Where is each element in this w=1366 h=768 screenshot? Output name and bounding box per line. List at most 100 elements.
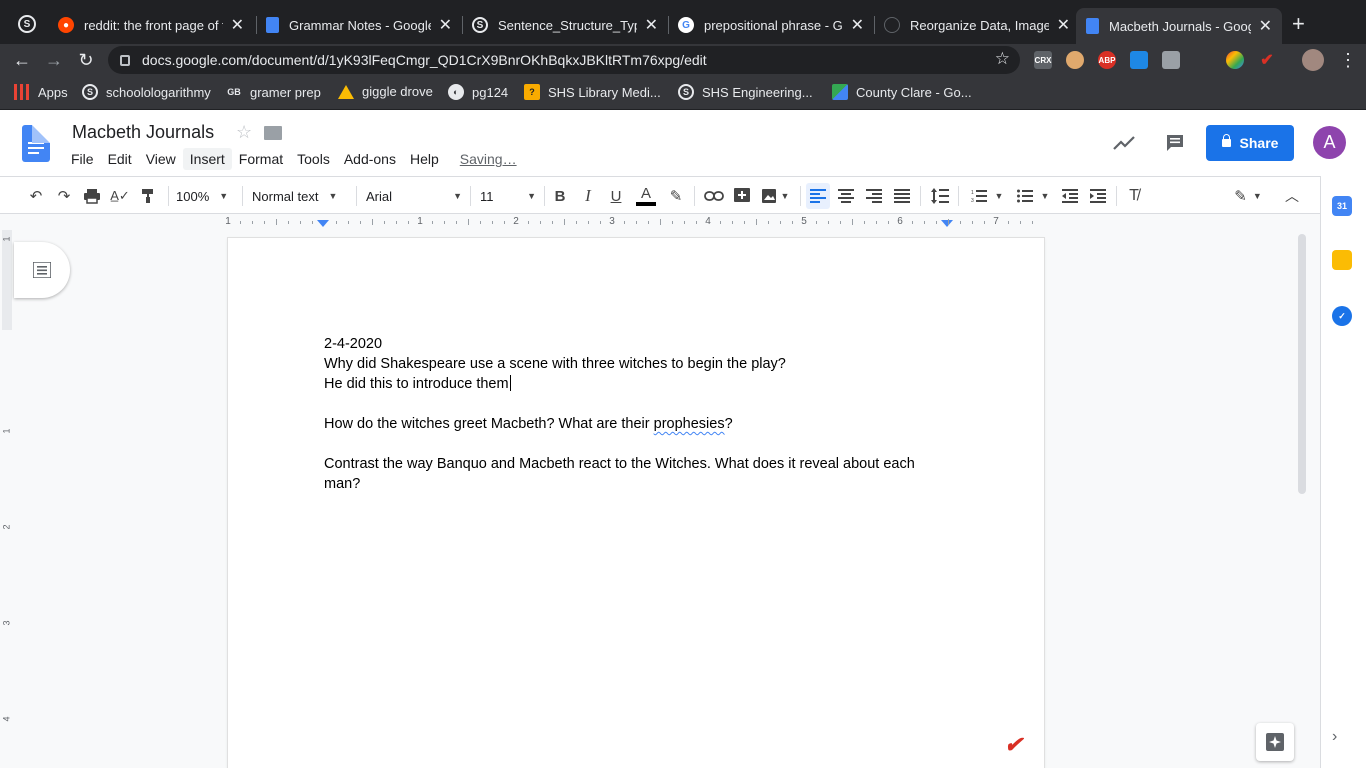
paragraph-question-1[interactable]: Why did Shakespeare use a scene with thr… bbox=[324, 354, 948, 374]
font-size-dropdown[interactable]: 11 ▼ bbox=[480, 183, 536, 209]
menu-file[interactable]: File bbox=[64, 148, 101, 170]
empty-paragraph[interactable] bbox=[324, 434, 948, 454]
color-picker-extension-icon[interactable] bbox=[1226, 51, 1244, 69]
owl-extension-icon[interactable] bbox=[1066, 51, 1084, 69]
align-right-icon[interactable] bbox=[862, 183, 886, 209]
menu-add-ons[interactable]: Add-ons bbox=[337, 148, 403, 170]
move-folder-icon[interactable] bbox=[264, 126, 282, 140]
clear-formatting-icon[interactable]: T̸ bbox=[1122, 183, 1146, 209]
align-left-icon[interactable] bbox=[806, 183, 830, 209]
paragraph-style-dropdown[interactable]: Normal text ▼ bbox=[252, 183, 348, 209]
close-tab-icon[interactable]: ✕ bbox=[851, 15, 864, 35]
bookmark-star-icon[interactable]: ☆ bbox=[995, 49, 1010, 69]
schoology-icon[interactable]: S bbox=[18, 15, 36, 33]
bookmark-item[interactable]: giggle drove bbox=[338, 84, 433, 99]
bookmark-item[interactable]: County Clare - Go... bbox=[832, 84, 972, 100]
align-center-icon[interactable] bbox=[834, 183, 858, 209]
bookmark-item[interactable]: ◐ pg124 bbox=[448, 84, 508, 100]
forward-button[interactable]: → bbox=[42, 48, 66, 72]
close-tab-icon[interactable]: ✕ bbox=[231, 15, 244, 35]
browser-tab[interactable]: G prepositional phrase - Go ✕ bbox=[668, 8, 874, 42]
save-status[interactable]: Saving… bbox=[460, 148, 517, 170]
vertical-ruler[interactable]: 1 1 2 3 4 bbox=[0, 230, 14, 768]
justify-icon[interactable] bbox=[890, 183, 914, 209]
numbered-list-icon[interactable]: 1 3 ▼ bbox=[966, 183, 1008, 209]
menu-format[interactable]: Format bbox=[232, 148, 290, 170]
decrease-indent-icon[interactable] bbox=[1058, 183, 1082, 209]
highlight-color-icon[interactable]: ✎ bbox=[664, 183, 688, 209]
checkmark-extension-icon[interactable]: ✔ bbox=[1258, 51, 1276, 69]
text-color-icon[interactable]: A bbox=[634, 183, 658, 209]
document-outline-button[interactable] bbox=[14, 242, 70, 298]
document-body[interactable]: 2-4-2020 Why did Shakespeare use a scene… bbox=[324, 334, 948, 494]
browser-tab[interactable]: S Sentence_Structure_Type ✕ bbox=[462, 8, 668, 42]
share-button[interactable]: Share bbox=[1206, 125, 1294, 161]
print-icon[interactable] bbox=[80, 183, 104, 209]
close-tab-icon[interactable]: ✕ bbox=[1057, 15, 1070, 35]
document-page[interactable]: 2-4-2020 Why did Shakespeare use a scene… bbox=[228, 238, 1044, 768]
spelling-suggestion-word[interactable]: prophesies bbox=[654, 416, 725, 432]
menu-tools[interactable]: Tools bbox=[290, 148, 337, 170]
zoom-dropdown[interactable]: 100% ▼ bbox=[176, 183, 236, 209]
spellcheck-icon[interactable]: A̲✓ bbox=[108, 183, 132, 209]
menu-view[interactable]: View bbox=[139, 148, 183, 170]
redo-icon[interactable]: ↷ bbox=[52, 183, 76, 209]
bold-icon[interactable]: B bbox=[548, 183, 572, 209]
activity-dashboard-icon[interactable] bbox=[1112, 131, 1136, 155]
paragraph-answer-1[interactable]: He did this to introduce them bbox=[324, 374, 948, 394]
star-icon[interactable]: ☆ bbox=[236, 122, 252, 143]
collapse-toolbar-icon[interactable]: ︿ bbox=[1280, 183, 1304, 209]
italic-icon[interactable]: I bbox=[576, 183, 600, 209]
font-dropdown[interactable]: Arial ▼ bbox=[366, 183, 462, 209]
horizontal-ruler[interactable]: 1 1 2 3 4 5 6 7 bbox=[0, 214, 1310, 230]
line-spacing-icon[interactable] bbox=[928, 183, 952, 209]
new-tab-button[interactable]: + bbox=[1292, 13, 1305, 35]
bulleted-list-icon[interactable]: ▼ bbox=[1012, 183, 1054, 209]
back-button[interactable]: ← bbox=[10, 48, 34, 72]
paint-format-icon[interactable] bbox=[136, 183, 160, 209]
account-avatar[interactable]: A bbox=[1313, 126, 1346, 159]
insert-comment-icon[interactable] bbox=[730, 183, 754, 209]
browser-tab-active[interactable]: Macbeth Journals - Goog ✕ bbox=[1076, 8, 1282, 44]
explore-button[interactable] bbox=[1256, 723, 1294, 761]
underline-icon[interactable]: U bbox=[604, 183, 628, 209]
browser-tab[interactable]: Reorganize Data, Image F ✕ bbox=[874, 8, 1080, 42]
bookmark-apps[interactable]: Apps bbox=[14, 84, 68, 100]
bookmark-item[interactable]: S schoolologarithmy bbox=[82, 84, 211, 100]
profile-avatar-icon[interactable] bbox=[1302, 49, 1324, 71]
left-indent-marker[interactable] bbox=[317, 220, 329, 227]
editing-mode-icon[interactable]: ✎ ▼ bbox=[1230, 183, 1266, 209]
vertical-scrollbar[interactable] bbox=[1298, 234, 1306, 494]
increase-indent-icon[interactable] bbox=[1086, 183, 1110, 209]
adblock-extension-icon[interactable]: ABP bbox=[1098, 51, 1116, 69]
empty-paragraph[interactable] bbox=[324, 394, 948, 414]
bookmark-item[interactable]: S SHS Engineering... bbox=[678, 84, 813, 100]
paragraph-question-3[interactable]: Contrast the way Banquo and Macbeth reac… bbox=[324, 454, 948, 494]
close-tab-icon[interactable]: ✕ bbox=[1259, 16, 1272, 36]
tasks-icon[interactable]: ✓ bbox=[1332, 306, 1352, 326]
undo-icon[interactable]: ↶ bbox=[24, 183, 48, 209]
comments-icon[interactable] bbox=[1163, 131, 1187, 155]
reload-button[interactable]: ↻ bbox=[74, 48, 98, 72]
insert-image-icon[interactable]: ▼ bbox=[758, 183, 792, 209]
google-docs-logo-icon[interactable] bbox=[22, 125, 50, 162]
extension-icon[interactable] bbox=[1194, 51, 1212, 69]
expand-side-panel-icon[interactable]: › bbox=[1332, 728, 1337, 746]
close-tab-icon[interactable]: ✕ bbox=[645, 15, 658, 35]
close-tab-icon[interactable]: ✕ bbox=[439, 15, 452, 35]
menu-edit[interactable]: Edit bbox=[101, 148, 139, 170]
browser-tab[interactable]: Grammar Notes - Google ✕ bbox=[256, 8, 462, 42]
bookmark-item[interactable]: ? SHS Library Medi... bbox=[524, 84, 661, 100]
right-indent-marker[interactable] bbox=[941, 220, 953, 227]
document-title[interactable]: Macbeth Journals bbox=[72, 122, 214, 143]
extension-icon[interactable] bbox=[1130, 51, 1148, 69]
paragraph-date[interactable]: 2-4-2020 bbox=[324, 334, 948, 354]
menu-insert[interactable]: Insert bbox=[182, 148, 232, 170]
browser-tab[interactable]: ● reddit: the front page of t ✕ bbox=[48, 8, 254, 42]
extension-icon[interactable] bbox=[1162, 51, 1180, 69]
crx-extension-icon[interactable]: CRX bbox=[1034, 51, 1052, 69]
paragraph-question-2[interactable]: How do the witches greet Macbeth? What a… bbox=[324, 414, 948, 434]
address-bar[interactable]: docs.google.com/document/d/1yK93lFeqCmgr… bbox=[108, 46, 1020, 74]
chrome-menu-icon[interactable]: ⋮ bbox=[1336, 48, 1360, 72]
keep-icon[interactable] bbox=[1332, 250, 1352, 270]
